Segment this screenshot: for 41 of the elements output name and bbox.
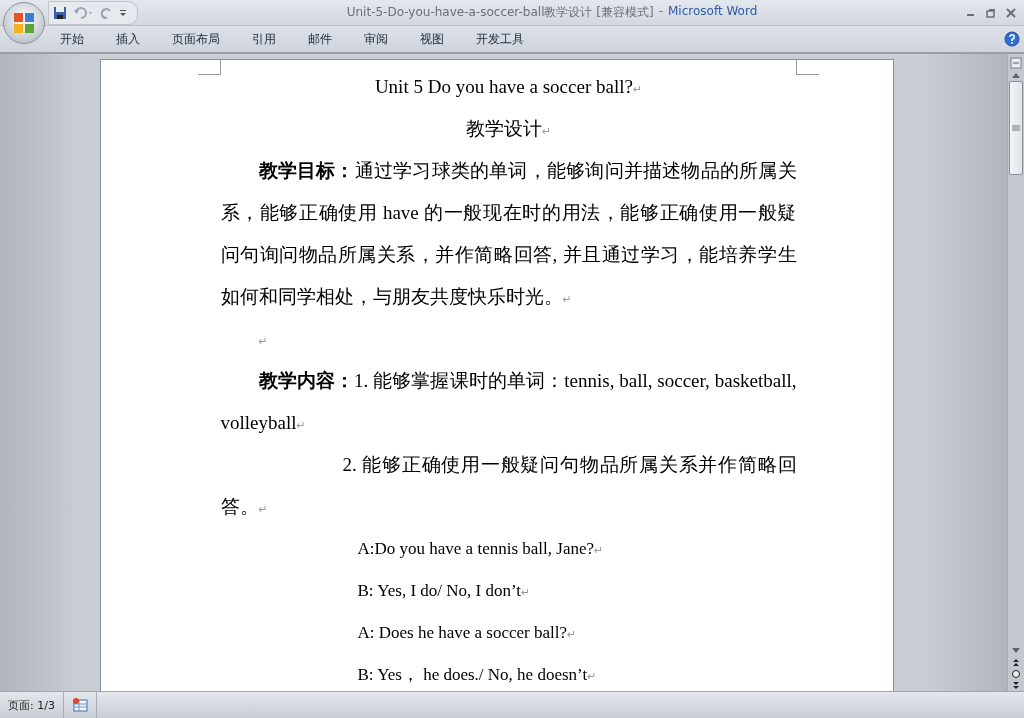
ribbon-tab[interactable]: 页面布局 [160, 27, 232, 51]
help-icon[interactable] [1004, 31, 1020, 47]
paragraph-text: B: Yes， he does./ No, he doesn’t↵ [356, 664, 598, 686]
close-icon[interactable] [1006, 7, 1016, 18]
document-title: Unit-5-Do-you-have-a-soccer-ball教学设计 [兼容模式] [346, 4, 654, 21]
paragraph-text: A:Do you have a tennis ball, Jane?↵ [356, 538, 605, 560]
restore-icon[interactable] [986, 7, 996, 18]
redo-icon[interactable] [101, 5, 113, 20]
macro-recording-icon[interactable] [71, 698, 88, 712]
ribbon-tab[interactable]: 邮件 [296, 27, 344, 51]
paragraph-text: 教学内容：1. 能够掌握课时的单词：tennis, ball, soccer, basketball, volleyball↵ [220, 369, 797, 435]
ribbon-tab[interactable]: 审阅 [352, 27, 400, 51]
paragraph-text: 2. 能够正确使用一般疑问句物品所属关系并作简略回答。↵ [220, 453, 797, 519]
split-icon[interactable] [1010, 57, 1022, 69]
ribbon-tab[interactable]: 插入 [104, 27, 152, 51]
paragraph-mark: ↵ [257, 334, 269, 350]
ribbon-tab[interactable]: 开发工具 [464, 27, 536, 51]
previous-page-icon[interactable] [1011, 657, 1021, 667]
browse-object-icon[interactable] [1011, 669, 1021, 679]
page-corner-mark [197, 60, 221, 75]
paragraph-text: 教学设计↵ [464, 117, 553, 141]
office-button[interactable] [3, 2, 45, 44]
page-corner-mark [795, 60, 819, 75]
page-count-status[interactable]: 页面: 1/3 [0, 692, 64, 718]
undo-icon[interactable] [73, 5, 95, 20]
grip-icon [1012, 125, 1020, 131]
scroll-up-icon[interactable] [1011, 71, 1021, 79]
application-name: Microsoft Word [668, 4, 758, 20]
paragraph-text: Unit 5 Do you have a soccer ball?↵ [373, 75, 644, 99]
save-icon[interactable] [53, 5, 67, 20]
ribbon-tab[interactable]: 视图 [408, 27, 456, 51]
customize-caret-icon[interactable] [119, 7, 127, 18]
paragraph-text: A: Does he have a soccer ball?↵ [356, 622, 578, 644]
paragraph-text: 教学目标：通过学习球类的单词，能够询问并描述物品的所属关系，能够正确使用 have 的一般现在时的用法，能够正确使用一般疑问句询问物品所属关系，并作简略回答, 并且通过学习，能培养学生如何和同学相处，与朋友共度快乐时光。↵ [220, 159, 797, 309]
paragraph-text: B: Yes, I do/ No, I don’t↵ [356, 580, 532, 602]
ribbon-tab[interactable]: 引用 [240, 27, 288, 51]
scroll-down-icon[interactable] [1011, 647, 1021, 655]
office-logo-icon [12, 11, 36, 35]
title-separator: - [658, 4, 663, 20]
scroll-thumb[interactable] [1009, 81, 1023, 175]
ribbon-tab[interactable]: 开始 [48, 27, 96, 51]
